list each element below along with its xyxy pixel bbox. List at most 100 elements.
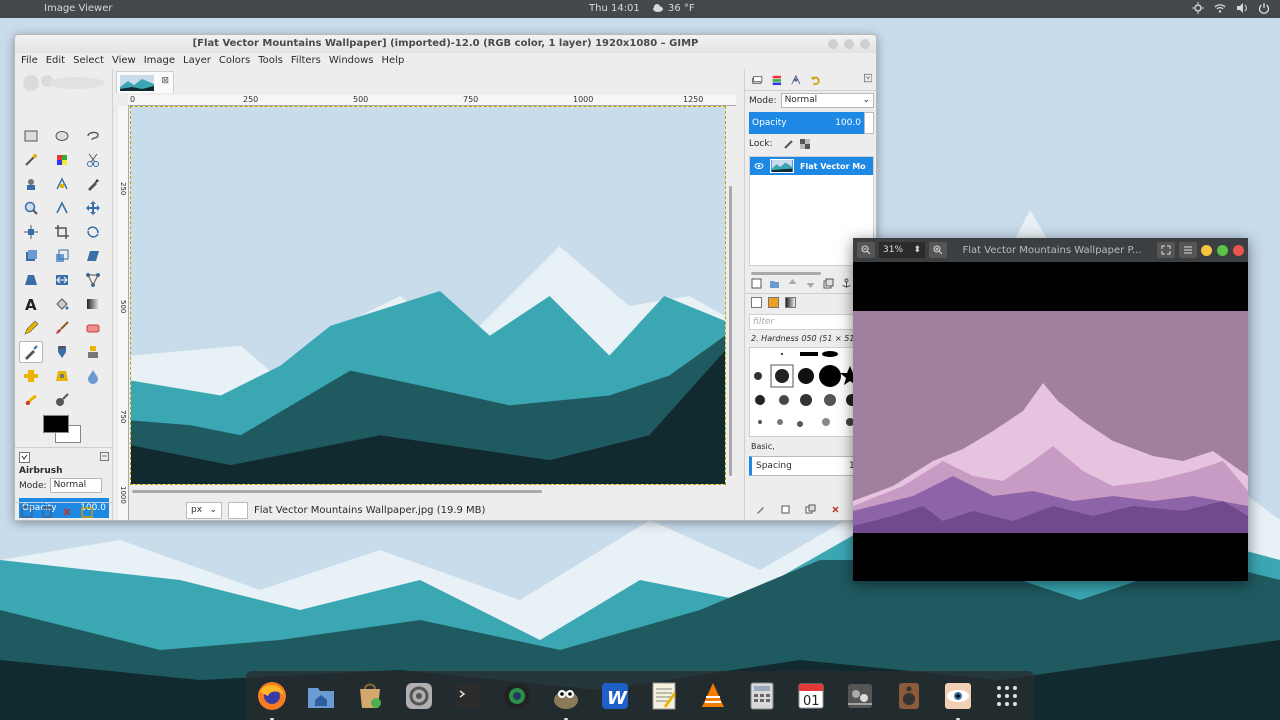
restore-options-icon[interactable] xyxy=(41,506,53,518)
raise-layer-icon[interactable] xyxy=(787,278,798,289)
paintbrush-tool-icon[interactable] xyxy=(50,317,74,339)
vertical-scroll-thumb[interactable] xyxy=(729,186,732,476)
tool-options-menu-icon[interactable] xyxy=(100,452,109,461)
viewer-image[interactable] xyxy=(853,311,1248,533)
viewer-close-button[interactable] xyxy=(1233,244,1244,256)
ellipse-select-tool-icon[interactable] xyxy=(50,125,74,147)
maximize-button[interactable] xyxy=(844,39,854,49)
terminal-icon[interactable] xyxy=(450,678,486,714)
menu-file[interactable]: File xyxy=(17,53,42,69)
blur-tool-icon[interactable] xyxy=(81,365,105,387)
heal-tool-icon[interactable] xyxy=(19,365,43,387)
tool-mode-select[interactable]: Normal xyxy=(49,478,102,493)
brightness-icon[interactable] xyxy=(1192,2,1204,14)
layers-tab-icon[interactable] xyxy=(751,73,763,87)
image-viewer-icon[interactable] xyxy=(940,678,976,720)
fullscreen-button[interactable] xyxy=(1157,242,1175,258)
gimp-titlebar[interactable]: [Flat Vector Mountains Wallpaper] (impor… xyxy=(15,35,876,53)
canvas-horizontal-scrollbar[interactable] xyxy=(132,487,726,495)
reset-options-icon[interactable] xyxy=(81,506,93,518)
weather-indicator[interactable]: 36 °F xyxy=(652,2,695,14)
blend-tool-icon[interactable] xyxy=(81,293,105,315)
active-app-name[interactable]: Image Viewer xyxy=(44,3,113,14)
airbrush-tool-icon[interactable] xyxy=(19,341,43,363)
zoom-tool-icon[interactable] xyxy=(19,197,43,219)
canvas-vertical-scrollbar[interactable] xyxy=(726,106,736,485)
scissors-select-tool-icon[interactable] xyxy=(81,149,105,171)
menu-layer[interactable]: Layer xyxy=(179,53,215,69)
gradients-tab-icon[interactable] xyxy=(785,297,796,308)
patterns-tab-icon[interactable] xyxy=(768,297,779,308)
menu-edit[interactable]: Edit xyxy=(42,53,69,69)
delete-options-icon[interactable] xyxy=(61,506,73,518)
channels-tab-icon[interactable] xyxy=(771,73,783,87)
volume-icon[interactable] xyxy=(1236,2,1248,14)
paths-tab-icon[interactable] xyxy=(790,73,802,87)
image-tab[interactable]: ⊠ xyxy=(116,71,174,93)
calendar-icon[interactable]: 01 xyxy=(793,678,829,714)
perspective-tool-icon[interactable] xyxy=(19,269,43,291)
pencil-tool-icon[interactable] xyxy=(19,317,43,339)
undo-history-tab-icon[interactable] xyxy=(810,73,822,87)
ink-tool-icon[interactable] xyxy=(50,341,74,363)
clone-tool-icon[interactable] xyxy=(81,341,105,363)
video-editor-icon[interactable] xyxy=(842,678,878,714)
menu-filters[interactable]: Filters xyxy=(287,53,325,69)
fuzzy-select-tool-icon[interactable] xyxy=(19,149,43,171)
perspective-clone-tool-icon[interactable] xyxy=(50,365,74,387)
foreground-select-tool-icon[interactable] xyxy=(19,173,43,195)
dock-menu-icon[interactable] xyxy=(863,73,873,83)
gimp-icon[interactable] xyxy=(548,678,584,720)
software-center-icon[interactable] xyxy=(352,678,388,714)
settings-icon[interactable] xyxy=(401,678,437,714)
flip-tool-icon[interactable] xyxy=(50,269,74,291)
zoom-in-button[interactable] xyxy=(929,242,947,258)
measure-tool-icon[interactable] xyxy=(50,197,74,219)
paths-tool-icon[interactable] xyxy=(50,173,74,195)
eraser-tool-icon[interactable] xyxy=(81,317,105,339)
zoom-select[interactable] xyxy=(228,502,248,519)
lock-alpha-icon[interactable] xyxy=(799,138,811,150)
layers-scroll-thumb[interactable] xyxy=(751,272,821,275)
menu-help[interactable]: Help xyxy=(378,53,409,69)
clock[interactable]: Thu 14:01 xyxy=(589,3,640,14)
align-tool-icon[interactable] xyxy=(19,221,43,243)
bucket-fill-tool-icon[interactable] xyxy=(50,293,74,315)
menu-windows[interactable]: Windows xyxy=(325,53,378,69)
close-button[interactable] xyxy=(860,39,870,49)
shear-tool-icon[interactable] xyxy=(81,245,105,267)
save-options-icon[interactable] xyxy=(21,506,33,518)
vlc-icon[interactable] xyxy=(695,678,731,714)
dodge-burn-tool-icon[interactable] xyxy=(50,389,74,411)
viewer-menu-button[interactable] xyxy=(1179,242,1197,258)
viewer-titlebar[interactable]: 31% ⬍ Flat Vector Mountains Wallpaper P..… xyxy=(853,238,1248,262)
zoom-out-button[interactable] xyxy=(857,242,875,258)
duplicate-brush-icon[interactable] xyxy=(805,504,816,515)
smudge-tool-icon[interactable] xyxy=(19,389,43,411)
power-icon[interactable] xyxy=(1258,2,1270,14)
text-tool-icon[interactable]: A xyxy=(19,293,43,315)
writer-icon[interactable]: W xyxy=(597,678,633,714)
foreground-color[interactable] xyxy=(43,415,69,433)
menu-view[interactable]: View xyxy=(108,53,140,69)
edit-brush-icon[interactable] xyxy=(755,504,766,515)
ruler-top[interactable]: 0 250 500 750 1000 1250 xyxy=(128,95,736,106)
new-layer-group-icon[interactable] xyxy=(769,278,780,289)
viewer-maximize-button[interactable] xyxy=(1217,244,1228,256)
menu-tools[interactable]: Tools xyxy=(254,53,287,69)
layer-mode-select[interactable]: Normal ⌄ xyxy=(780,93,874,108)
menu-select[interactable]: Select xyxy=(69,53,108,69)
color-select-tool-icon[interactable] xyxy=(50,149,74,171)
anchor-layer-icon[interactable] xyxy=(841,278,852,289)
image-tab-close-icon[interactable]: ⊠ xyxy=(161,76,169,86)
brushes-tab-icon[interactable] xyxy=(751,297,762,308)
calculator-icon[interactable] xyxy=(744,678,780,714)
tool-options-tab-icon[interactable] xyxy=(19,452,30,463)
duplicate-layer-icon[interactable] xyxy=(823,278,834,289)
layer-opacity-spinner[interactable] xyxy=(864,112,874,134)
speaker-icon[interactable] xyxy=(891,678,927,714)
menu-image[interactable]: Image xyxy=(140,53,179,69)
horizontal-scroll-thumb[interactable] xyxy=(132,490,542,493)
app-grid-icon[interactable] xyxy=(989,678,1025,714)
lock-pixels-icon[interactable] xyxy=(783,138,795,150)
